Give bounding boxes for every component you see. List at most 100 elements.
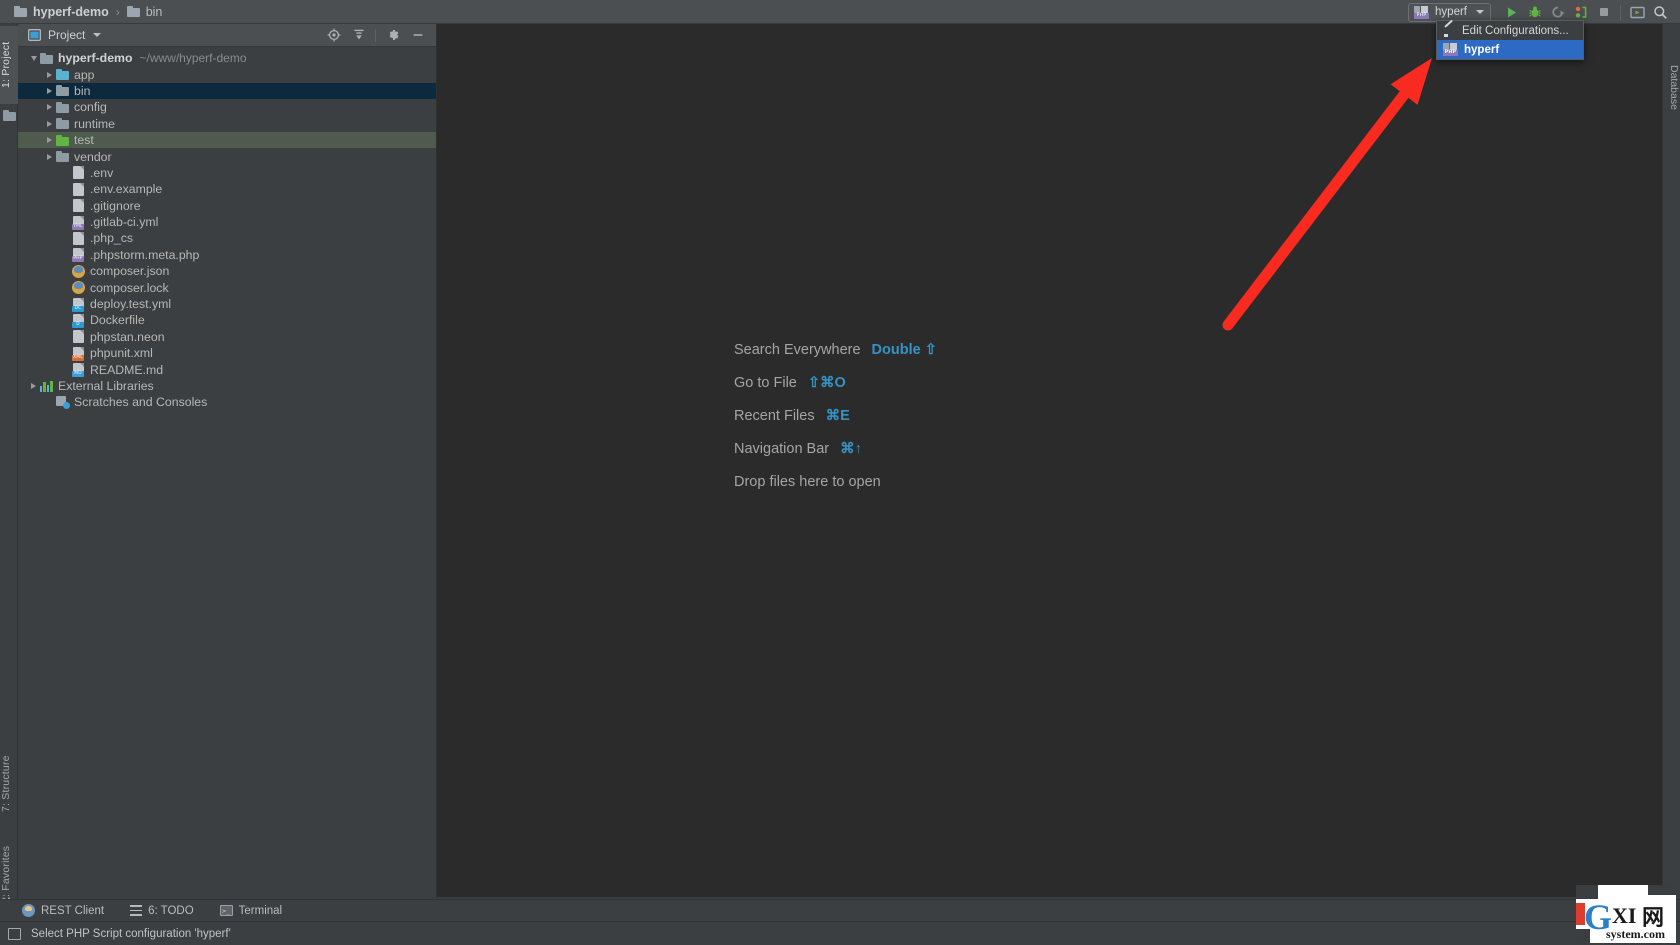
project-tree[interactable]: hyperf-demo ~/www/hyperf-demo app bin config…: [18, 47, 436, 411]
shortcut-tip-label: Go to File: [734, 375, 797, 391]
minimize-icon[interactable]: [405, 24, 430, 47]
tree-node-vendor[interactable]: vendor: [18, 148, 436, 164]
folder-icon: [56, 69, 69, 81]
sidebar-item-database[interactable]: Database: [1662, 50, 1680, 124]
menu-item-hyperf[interactable]: PHP hyperf: [1437, 40, 1583, 59]
tree-node-php-cs[interactable]: .php_cs: [18, 230, 436, 246]
breadcrumb-separator: ›: [115, 4, 120, 19]
project-panel-title: Project: [48, 28, 86, 42]
expand-arrow-icon[interactable]: [44, 87, 55, 94]
markdown-file-icon: MD: [72, 363, 84, 378]
tree-node-label: README.md: [90, 362, 164, 377]
tool-window-terminal[interactable]: >_ Terminal: [219, 904, 283, 917]
tree-node-phpstan-neon[interactable]: phpstan.neon: [18, 329, 436, 345]
tree-node-label: composer.lock: [90, 280, 169, 295]
locate-target-button[interactable]: [321, 24, 346, 47]
tree-node-gitlab-ci-yml[interactable]: YML .gitlab-ci.yml: [18, 214, 436, 230]
folder-icon: [56, 134, 69, 146]
tree-node-env[interactable]: .env: [18, 165, 436, 181]
shortcut-tip-navigation-bar: Navigation Bar ⌘↑: [734, 441, 937, 457]
pencil-icon: [1443, 25, 1456, 37]
folder-icon: [56, 118, 69, 130]
search-icon[interactable]: [1649, 0, 1672, 24]
rest-client-icon: [22, 904, 35, 917]
expand-arrow-icon[interactable]: [28, 55, 39, 61]
editor-empty-area[interactable]: Search Everywhere Double ⇧ Go to File ⇧⌘O Re…: [437, 24, 1662, 897]
shortcut-tip-go-to-file: Go to File ⇧⌘O: [734, 375, 937, 391]
tree-node-app[interactable]: app: [18, 66, 436, 82]
collapse-all-button[interactable]: [346, 24, 371, 47]
menu-item-edit-configurations[interactable]: Edit Configurations...: [1437, 21, 1583, 40]
tree-node-label: phpstan.neon: [90, 329, 165, 344]
folder-icon: [56, 151, 69, 163]
tool-window-label: Terminal: [238, 904, 283, 917]
phpstorm-window: hyperf-demo › bin PHP hyperf Edit Config…: [0, 0, 1680, 945]
expand-arrow-icon[interactable]: [44, 120, 55, 127]
folder-icon: [40, 52, 53, 64]
xml-file-icon: XML: [72, 346, 84, 361]
expand-arrow-icon[interactable]: [44, 71, 55, 78]
tree-node-deploy-test-yml[interactable]: DC deploy.test.yml: [18, 296, 436, 312]
expand-arrow-icon[interactable]: [44, 153, 55, 160]
shortcut-tip-recent-files: Recent Files ⌘E: [734, 408, 937, 424]
right-tool-window-bar: Database: [1662, 24, 1680, 921]
tree-node-phpstorm-meta-php[interactable]: PHP .phpstorm.meta.php: [18, 247, 436, 263]
tree-node-scratches-and-consoles[interactable]: Scratches and Consoles: [18, 394, 436, 410]
tree-node-label: composer.json: [90, 264, 170, 279]
sidebar-item-project[interactable]: 1: Project: [0, 26, 18, 104]
file-icon: [73, 199, 84, 213]
tree-node-label: External Libraries: [58, 379, 154, 393]
hide-window-button[interactable]: [1626, 0, 1649, 24]
run-configuration-selector[interactable]: PHP hyperf: [1408, 2, 1491, 22]
todo-icon: [130, 905, 143, 916]
shortcut-tip-label: Navigation Bar: [734, 441, 830, 457]
tree-node-external-libraries[interactable]: External Libraries: [18, 378, 436, 394]
expand-arrow-icon[interactable]: [44, 104, 55, 111]
tree-node-runtime[interactable]: runtime: [18, 116, 436, 132]
breadcrumb-item-project[interactable]: hyperf-demo: [14, 5, 109, 19]
tree-node-label: test: [74, 133, 94, 148]
tree-node-phpunit-xml[interactable]: XML phpunit.xml: [18, 345, 436, 361]
tree-node-label: Dockerfile: [90, 313, 145, 328]
project-folder-icon[interactable]: [3, 110, 16, 122]
scratches-icon: [56, 396, 70, 410]
tree-node-label: vendor: [74, 149, 112, 164]
tree-node-env-example[interactable]: .env.example: [18, 181, 436, 197]
tree-node-hyperf-demo[interactable]: hyperf-demo ~/www/hyperf-demo: [18, 50, 436, 66]
tree-node-composer-lock[interactable]: composer.lock: [18, 279, 436, 295]
gear-icon[interactable]: [380, 24, 405, 47]
shortcut-tip-label: Recent Files: [734, 408, 815, 424]
tree-node-path: ~/www/hyperf-demo: [139, 51, 247, 66]
breadcrumb-item-bin[interactable]: bin: [126, 5, 162, 19]
tree-node-gitignore[interactable]: .gitignore: [18, 198, 436, 214]
tree-node-test[interactable]: test: [18, 131, 436, 149]
stop-button[interactable]: [1592, 0, 1615, 24]
folder-icon: [14, 6, 27, 17]
tree-node-dockerfile[interactable]: D Dockerfile: [18, 312, 436, 328]
tool-window-label: 6: TODO: [148, 904, 194, 917]
expand-arrow-icon[interactable]: [44, 137, 55, 144]
shortcut-tip-keys: ⇧⌘O: [807, 375, 846, 391]
tool-window-label: REST Client: [41, 904, 105, 917]
php-script-icon: PHP: [1414, 5, 1430, 19]
hint-icon[interactable]: [8, 927, 21, 940]
folder-icon: [126, 6, 140, 17]
tool-window-todo[interactable]: 6: TODO: [130, 905, 194, 917]
tree-node-label: .php_cs: [90, 231, 134, 246]
project-window-icon: [28, 29, 41, 41]
tree-node-label: hyperf-demo: [58, 51, 133, 66]
folder-icon: [56, 85, 69, 97]
run-configuration-dropdown[interactable]: Edit Configurations... PHP hyperf: [1436, 20, 1584, 60]
watermark: G XI 网 system.com: [1576, 885, 1676, 943]
expand-arrow-icon[interactable]: [28, 383, 39, 389]
tree-node-bin[interactable]: bin: [18, 82, 436, 100]
sidebar-item-structure[interactable]: 7: Structure: [0, 742, 18, 826]
tree-node-config[interactable]: config: [18, 99, 436, 115]
composer-icon: [72, 281, 85, 295]
shortcut-tip-label: Search Everywhere: [734, 342, 861, 358]
tool-window-rest-client[interactable]: REST Client: [22, 904, 104, 917]
tree-node-readme-md[interactable]: MD README.md: [18, 361, 436, 378]
chevron-down-icon[interactable]: [93, 33, 102, 37]
status-bar: Select PHP Script configuration 'hyperf': [0, 921, 1680, 945]
tree-node-composer-json[interactable]: composer.json: [18, 263, 436, 279]
